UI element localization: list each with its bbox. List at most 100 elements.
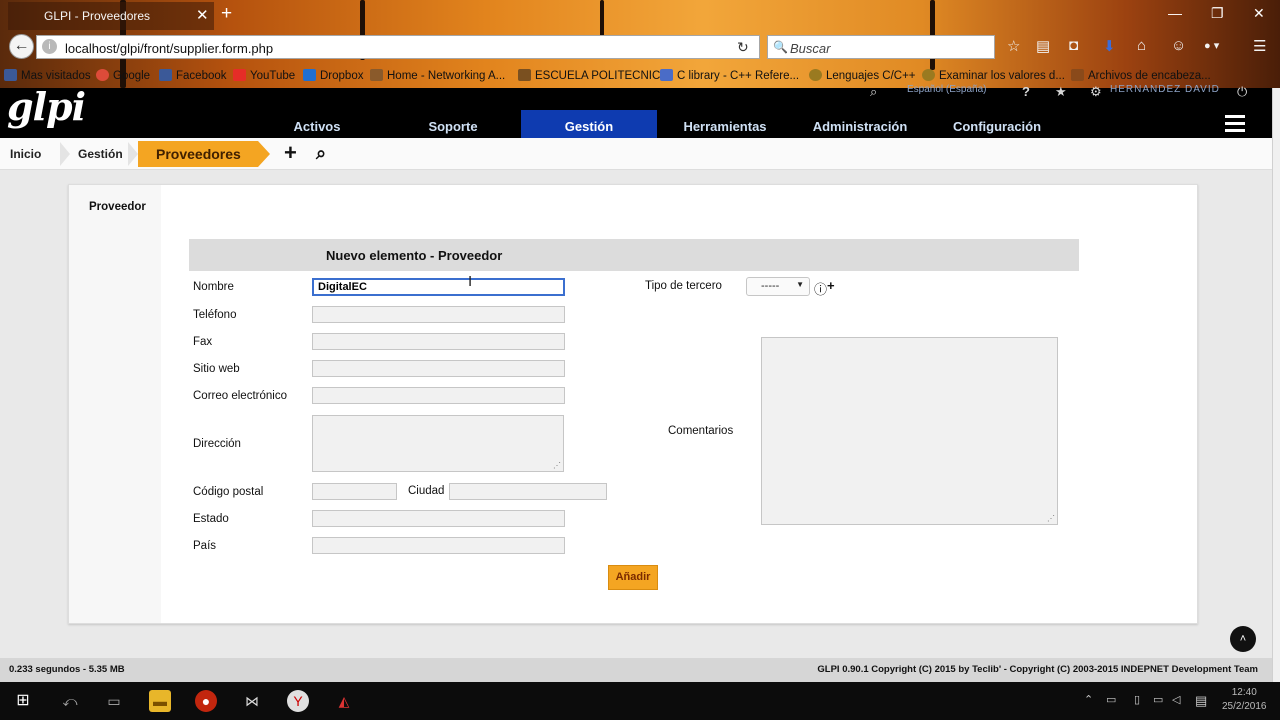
tab-close-icon[interactable]: ✕ xyxy=(196,8,209,23)
volume-icon[interactable]: ◁ xyxy=(1172,693,1180,706)
bookmark-item[interactable]: Mas visitados xyxy=(4,69,91,82)
bookmark-item[interactable]: Examinar los valores d... xyxy=(922,69,1065,82)
menu-herramientas[interactable]: Herramientas xyxy=(670,118,780,134)
menu-gestion[interactable]: Gestión xyxy=(521,110,657,138)
fax-field[interactable] xyxy=(312,333,565,350)
visual-studio-icon[interactable]: ⋈ xyxy=(241,690,263,712)
logout-icon[interactable]: ⏻ xyxy=(1237,84,1247,100)
file-explorer-icon[interactable]: ▬ xyxy=(149,690,171,712)
window-close-icon[interactable]: ✕ xyxy=(1253,5,1265,22)
menu-activos[interactable]: Activos xyxy=(262,118,372,134)
glpi-logo[interactable]: glpi xyxy=(7,84,86,129)
bookmark-favicon-icon xyxy=(518,69,531,81)
bookmark-item[interactable]: Facebook xyxy=(159,69,227,82)
resize-handle-icon[interactable]: ⋰ xyxy=(1047,514,1055,523)
bookmark-star-icon[interactable]: ★ xyxy=(1055,84,1067,100)
label-direccion: Dirección xyxy=(193,438,241,450)
label-pais: País xyxy=(193,540,217,552)
bookmark-item[interactable]: YouTube xyxy=(233,69,295,82)
app-icon[interactable]: ◭ xyxy=(333,690,355,712)
comentarios-textarea[interactable]: ⋰ xyxy=(761,337,1058,525)
star-icon[interactable]: ☆ xyxy=(1007,37,1020,55)
hamburger-menu-icon[interactable] xyxy=(1225,115,1245,136)
add-button[interactable]: Añadir xyxy=(608,565,658,590)
user-name[interactable]: HERNANDEZ DAVID xyxy=(1110,84,1220,95)
info-icon[interactable]: i xyxy=(42,39,57,54)
bookmark-favicon-icon xyxy=(370,69,383,81)
home-icon[interactable]: ⌂ xyxy=(1137,37,1146,54)
bookmark-item[interactable]: C library - C++ Refere... xyxy=(660,69,799,82)
reload-icon[interactable]: ↻ xyxy=(737,39,749,56)
abp-icon[interactable]: ● ▾ xyxy=(1204,39,1219,52)
bookmark-item[interactable]: Home - Networking A... xyxy=(370,69,505,82)
label-telefono: Teléfono xyxy=(193,309,237,321)
add-type-icon[interactable]: + xyxy=(827,278,835,293)
codigo-postal-field[interactable] xyxy=(312,483,397,500)
search-icon: 🔍 xyxy=(773,40,788,54)
taskbar-clock[interactable]: 12:40 25/2/2016 xyxy=(1222,686,1267,714)
resize-handle-icon[interactable]: ⋰ xyxy=(553,461,561,470)
menu-configuracion[interactable]: Configuración xyxy=(937,118,1057,134)
hello-icon[interactable]: ☺ xyxy=(1171,37,1186,54)
reading-list-icon[interactable]: ▤ xyxy=(1036,37,1050,55)
download-icon[interactable]: ⬇ xyxy=(1103,37,1116,55)
tab-proveedor[interactable]: Proveedor xyxy=(89,201,146,213)
browser-menu-icon[interactable]: ☰ xyxy=(1253,37,1266,55)
bookmark-item[interactable]: Archivos de encabeza... xyxy=(1071,69,1211,82)
breadcrumb-inicio[interactable]: Inicio xyxy=(10,142,41,166)
tray-chevron-icon[interactable]: ⌃ xyxy=(1084,693,1093,706)
breadcrumb: Inicio Gestión Proveedores + ⌕ xyxy=(0,138,1276,170)
new-tab-icon[interactable]: + xyxy=(221,4,232,23)
direccion-textarea[interactable]: ⋰ xyxy=(312,415,564,472)
scroll-to-top-icon[interactable]: ˄ xyxy=(1230,626,1256,652)
yandex-browser-icon[interactable]: Y xyxy=(287,690,309,712)
notifications-icon[interactable]: ▤ xyxy=(1195,693,1207,709)
breadcrumb-gestion[interactable]: Gestión xyxy=(78,142,123,166)
search-placeholder: Buscar xyxy=(790,41,831,56)
add-icon[interactable]: + xyxy=(284,140,297,166)
nombre-field[interactable]: DigitalEC xyxy=(312,278,565,296)
correo-field[interactable] xyxy=(312,387,565,404)
search-bar[interactable]: 🔍 Buscar xyxy=(767,35,995,59)
estado-field[interactable] xyxy=(312,510,565,527)
info-circle-icon[interactable]: ⓘ xyxy=(814,279,827,298)
bookmark-favicon-icon xyxy=(96,69,109,81)
label-codigo-postal: Código postal xyxy=(193,486,264,498)
bookmark-item[interactable]: ESCUELA POLITECNIC... xyxy=(518,69,670,82)
bookmark-item[interactable]: Dropbox xyxy=(303,69,363,82)
breadcrumb-proveedores[interactable]: Proveedores xyxy=(138,141,270,167)
label-correo: Correo electrónico xyxy=(193,390,287,402)
ciudad-field[interactable] xyxy=(449,483,607,500)
footer-copyright[interactable]: GLPI 0.90.1 Copyright (C) 2015 by Teclib… xyxy=(817,664,1258,675)
task-view-icon[interactable]: ▭ xyxy=(103,690,125,712)
bookmark-item[interactable]: Lenguajes C/C++ xyxy=(809,69,916,82)
user-gear-icon[interactable]: ⚙ xyxy=(1090,84,1102,100)
minimize-icon[interactable]: — xyxy=(1168,5,1182,21)
tray-device-icon[interactable]: ▯ xyxy=(1134,693,1140,706)
pocket-icon[interactable]: ◘ xyxy=(1069,37,1078,54)
search-list-icon[interactable]: ⌕ xyxy=(316,143,326,164)
page-scrollbar[interactable] xyxy=(1272,88,1280,682)
browser-tab[interactable]: GLPI - Proveedores ✕ xyxy=(8,2,214,30)
browser-chrome: GLPI - Proveedores ✕ + — ❐ ✕ ← i localho… xyxy=(0,0,1280,88)
telefono-field[interactable] xyxy=(312,306,565,323)
maximize-icon[interactable]: ❐ xyxy=(1211,5,1224,22)
windows-start-icon[interactable]: ⊞ xyxy=(12,690,34,712)
breadcrumb-separator xyxy=(128,142,138,166)
tipo-tercero-select[interactable]: ----- ▼ xyxy=(746,277,810,296)
bookmark-item[interactable]: Google xyxy=(96,69,150,82)
sitio-web-field[interactable] xyxy=(312,360,565,377)
menu-soporte[interactable]: Soporte xyxy=(398,118,508,134)
search-icon[interactable]: ⌕ xyxy=(870,84,877,100)
back-task-icon[interactable]: ⤺ xyxy=(59,690,81,712)
help-icon[interactable]: ? xyxy=(1022,84,1030,99)
back-arrow-icon[interactable]: ← xyxy=(9,34,34,59)
url-bar[interactable]: i localhost/glpi/front/supplier.form.php… xyxy=(36,35,760,59)
language-selector[interactable]: Español (España) xyxy=(907,84,987,95)
label-fax: Fax xyxy=(193,336,213,348)
battery-icon[interactable]: ▭ xyxy=(1153,693,1163,706)
menu-administracion[interactable]: Administración xyxy=(800,118,920,134)
tray-network-icon[interactable]: ▭ xyxy=(1106,693,1116,706)
firefox-icon[interactable]: ● xyxy=(195,690,217,712)
pais-field[interactable] xyxy=(312,537,565,554)
